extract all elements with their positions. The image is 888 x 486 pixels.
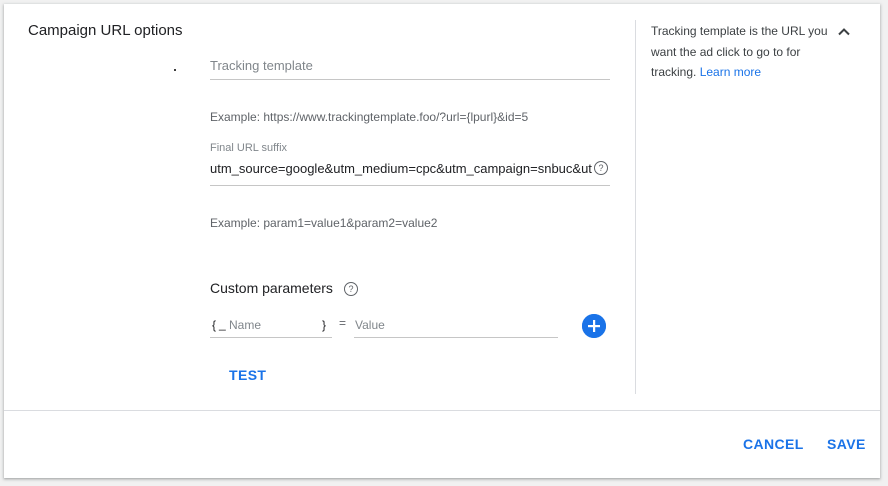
final-url-suffix-value: utm_source=google&utm_medium=cpc&utm_cam…: [210, 161, 592, 176]
question-circle-icon[interactable]: ?: [594, 161, 608, 175]
footer-divider: [4, 410, 880, 411]
section-title: Campaign URL options: [28, 22, 183, 39]
brace-close: }: [322, 318, 327, 332]
custom-parameter-name-input[interactable]: { _ Name }: [210, 310, 332, 338]
custom-parameter-value-placeholder: Value: [355, 318, 385, 332]
underscore-prefix: _: [219, 317, 226, 331]
collapse-button[interactable]: [836, 24, 852, 40]
tracking-template-example: Example: https://www.trackingtemplate.fo…: [210, 110, 529, 124]
cancel-button[interactable]: CANCEL: [743, 436, 804, 452]
question-circle-icon[interactable]: ?: [344, 282, 358, 296]
custom-parameter-name-underline: [210, 337, 332, 338]
final-url-suffix-input[interactable]: Final URL suffix utm_source=google&utm_m…: [210, 140, 610, 186]
plus-circle-icon: [582, 314, 606, 338]
campaign-url-options-card: Campaign URL options Tracking template E…: [4, 4, 880, 478]
chevron-up-icon: [838, 28, 850, 36]
test-button[interactable]: TEST: [229, 367, 266, 383]
equals-sign: =: [339, 316, 347, 330]
final-url-suffix-label: Final URL suffix: [210, 142, 288, 154]
tracking-template-input[interactable]: Tracking template: [210, 52, 610, 80]
save-button[interactable]: SAVE: [827, 436, 866, 452]
decorative-dot: [174, 69, 176, 71]
custom-parameters-label: Custom parameters: [210, 280, 333, 296]
brace-open: {: [212, 318, 217, 332]
tracking-template-placeholder: Tracking template: [210, 58, 313, 73]
help-panel-divider: [635, 20, 636, 394]
custom-parameter-name-placeholder: Name: [229, 318, 262, 332]
tracking-template-underline: [210, 79, 610, 80]
final-url-suffix-example: Example: param1=value1&param2=value2: [210, 216, 438, 230]
custom-parameter-value-underline: [354, 337, 558, 338]
custom-parameter-value-input[interactable]: Value: [354, 310, 558, 338]
final-url-suffix-underline: [210, 185, 610, 186]
learn-more-link[interactable]: Learn more: [700, 65, 761, 79]
add-parameter-button[interactable]: [582, 314, 606, 338]
help-panel-text: Tracking template is the URL you want th…: [651, 21, 831, 83]
